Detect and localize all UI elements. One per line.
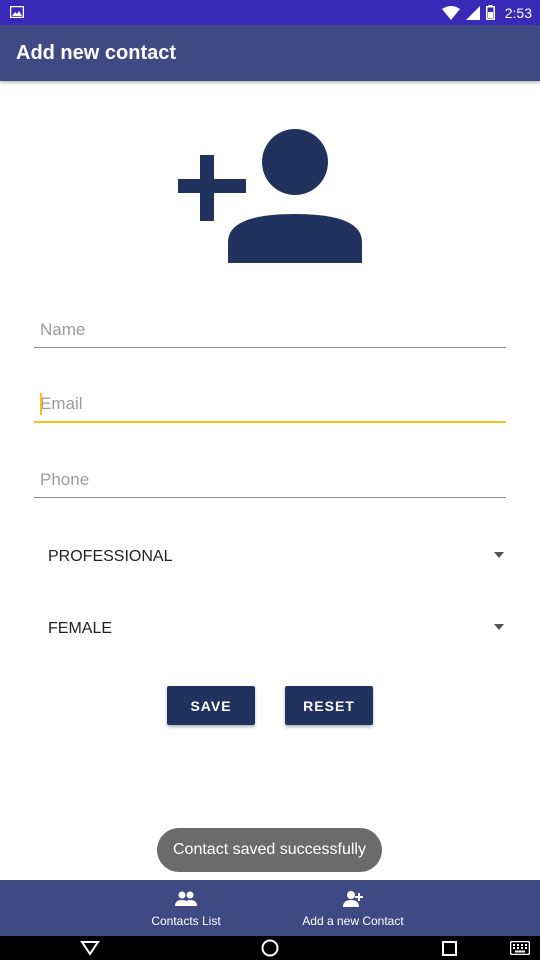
phone-field[interactable] <box>34 462 506 498</box>
email-field-container <box>34 387 506 427</box>
chevron-down-icon <box>494 624 504 630</box>
name-field[interactable] <box>34 312 506 348</box>
system-navigation-bar <box>0 936 540 960</box>
battery-icon <box>485 5 495 20</box>
toast-message: Contact saved successfully <box>157 828 382 872</box>
bottom-navigation: Contacts List Add a new Contact <box>0 880 540 936</box>
nav-label-add-contact: Add a new Contact <box>302 914 404 928</box>
gender-selected-value: FEMALE <box>48 620 113 637</box>
category-selected-value: PROFESSIONAL <box>48 548 173 565</box>
home-icon[interactable] <box>261 939 279 957</box>
nav-label-contacts-list: Contacts List <box>151 914 221 928</box>
name-field-container <box>34 312 506 352</box>
person-add-icon <box>343 891 363 907</box>
group-icon <box>175 891 197 906</box>
phone-field-container <box>34 462 506 502</box>
signal-icon <box>465 5 480 20</box>
gender-dropdown[interactable]: FEMALE <box>34 611 506 647</box>
chevron-down-icon <box>494 552 504 558</box>
status-time: 2:53 <box>504 4 532 21</box>
reset-button[interactable]: RESET <box>285 686 373 725</box>
add-person-icon <box>178 129 362 263</box>
nav-item-contacts-list[interactable]: Contacts List <box>140 880 232 936</box>
keyboard-icon[interactable] <box>510 941 530 955</box>
email-field[interactable] <box>34 387 506 423</box>
back-icon[interactable] <box>80 940 100 956</box>
recents-icon[interactable] <box>442 941 457 956</box>
wifi-icon <box>441 5 460 20</box>
category-dropdown[interactable]: PROFESSIONAL <box>34 539 506 575</box>
text-cursor <box>40 393 42 415</box>
image-icon <box>10 6 24 18</box>
app-bar: Add new contact <box>0 25 540 81</box>
nav-item-add-contact[interactable]: Add a new Contact <box>296 880 410 936</box>
status-bar: 2:53 <box>0 0 540 25</box>
page-title: Add new contact <box>16 42 177 64</box>
save-button[interactable]: SAVE <box>167 686 255 725</box>
